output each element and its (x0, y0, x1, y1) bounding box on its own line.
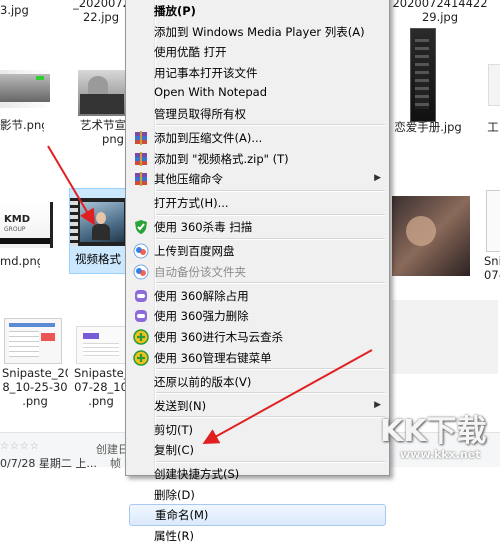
watermark: KK下载 www.kkx.net (380, 406, 498, 466)
menu-item-label: 属性(R) (154, 529, 194, 543)
arrow-to-rename (202, 349, 373, 444)
menu-item-label: 重命名(M) (155, 508, 209, 523)
menu-item-25[interactable]: 属性(R) (128, 525, 387, 547)
menu-item-22[interactable]: 创建快捷方式(S) (128, 463, 387, 485)
menu-item-23[interactable]: 删除(D) (128, 484, 387, 506)
menu-item-label: 创建快捷方式(S) (154, 467, 240, 482)
menu-item-24[interactable]: 重命名(M) (129, 504, 386, 527)
annotation-arrows (47, 145, 373, 444)
watermark-url: www.kkx.net (400, 448, 481, 461)
menu-item-label: 删除(D) (154, 487, 195, 502)
arrow-to-video-file (47, 145, 96, 226)
watermark-brand: KK下载 (380, 414, 487, 449)
